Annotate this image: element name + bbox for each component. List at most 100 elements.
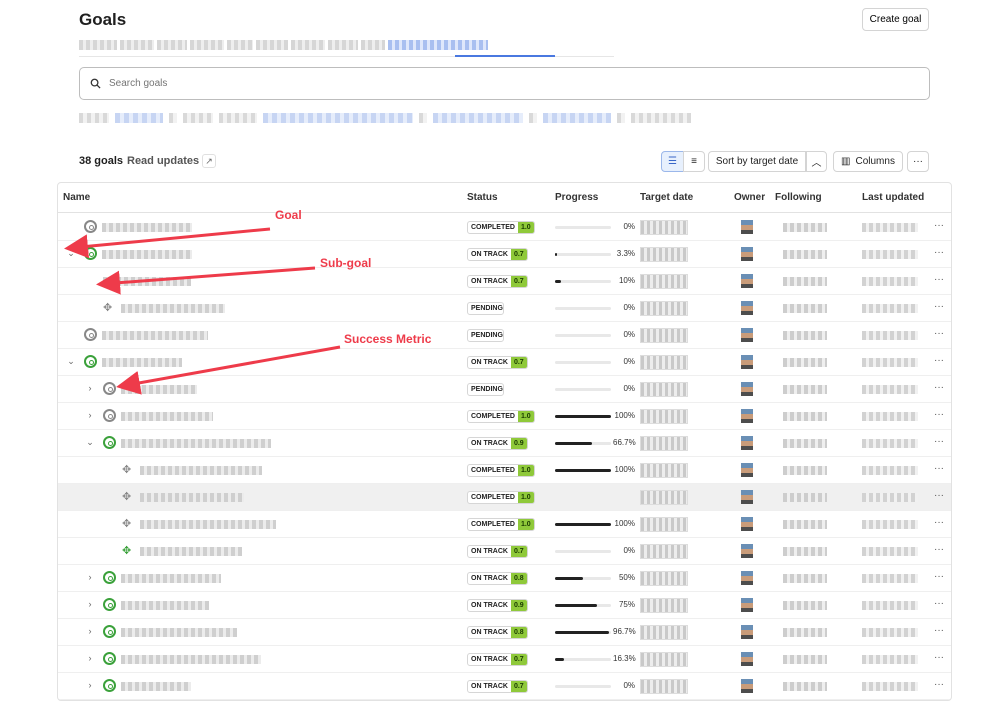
- more-options-button[interactable]: ···: [907, 151, 929, 172]
- row-more-icon[interactable]: ···: [934, 274, 944, 285]
- external-link-icon[interactable]: ↗: [202, 154, 216, 168]
- table-row[interactable]: › ON TRACK 0.9 75% ···: [58, 592, 951, 619]
- goal-name[interactable]: [140, 547, 242, 556]
- following[interactable]: [783, 277, 827, 286]
- row-more-icon[interactable]: ···: [934, 301, 944, 312]
- table-row[interactable]: ON TRACK 0.7 10% ···: [58, 268, 951, 295]
- goal-name[interactable]: [140, 493, 244, 502]
- table-row[interactable]: ⌄ ON TRACK 0.7 3.3% ···: [58, 241, 951, 268]
- target-date[interactable]: [640, 328, 688, 343]
- following[interactable]: [783, 304, 827, 313]
- row-more-icon[interactable]: ···: [934, 679, 944, 690]
- table-row[interactable]: › ON TRACK 0.8 96.7% ···: [58, 619, 951, 646]
- goal-name[interactable]: [121, 304, 225, 313]
- col-last-updated[interactable]: Last updated: [862, 192, 924, 203]
- table-row[interactable]: PENDING 0% ···: [58, 322, 951, 349]
- columns-button[interactable]: ▥ Columns: [833, 151, 903, 172]
- target-date[interactable]: [640, 247, 688, 262]
- chevron-down-icon[interactable]: ⌄: [85, 437, 95, 448]
- avatar[interactable]: [741, 571, 753, 585]
- avatar[interactable]: [741, 490, 753, 504]
- chevron-down-icon[interactable]: ⌄: [66, 248, 76, 259]
- table-row[interactable]: › PENDING 0% ···: [58, 376, 951, 403]
- row-more-icon[interactable]: ···: [934, 544, 944, 555]
- target-date[interactable]: [640, 436, 688, 451]
- target-date[interactable]: [640, 274, 688, 289]
- chevron-down-icon[interactable]: ⌄: [66, 356, 76, 367]
- following[interactable]: [783, 412, 827, 421]
- avatar[interactable]: [741, 355, 753, 369]
- following[interactable]: [783, 601, 827, 610]
- row-more-icon[interactable]: ···: [934, 571, 944, 582]
- target-date[interactable]: [640, 355, 688, 370]
- target-date[interactable]: [640, 220, 688, 235]
- table-row[interactable]: ✥ PENDING 0% ···: [58, 295, 951, 322]
- chevron-right-icon[interactable]: ›: [85, 572, 95, 582]
- goal-name[interactable]: [103, 277, 191, 286]
- table-row[interactable]: › ON TRACK 0.8 50% ···: [58, 565, 951, 592]
- filter-bar[interactable]: [79, 112, 739, 124]
- avatar[interactable]: [741, 463, 753, 477]
- row-more-icon[interactable]: ···: [934, 436, 944, 447]
- table-row[interactable]: COMPLETED 1.0 0% ···: [58, 214, 951, 241]
- avatar[interactable]: [741, 544, 753, 558]
- row-more-icon[interactable]: ···: [934, 382, 944, 393]
- row-more-icon[interactable]: ···: [934, 517, 944, 528]
- table-row[interactable]: › COMPLETED 1.0 100% ···: [58, 403, 951, 430]
- following[interactable]: [783, 547, 827, 556]
- target-date[interactable]: [640, 571, 688, 586]
- target-date[interactable]: [640, 598, 688, 613]
- chevron-right-icon[interactable]: ›: [85, 410, 95, 420]
- row-more-icon[interactable]: ···: [934, 247, 944, 258]
- row-more-icon[interactable]: ···: [934, 409, 944, 420]
- avatar[interactable]: [741, 247, 753, 261]
- col-name[interactable]: Name: [63, 192, 90, 203]
- target-date[interactable]: [640, 409, 688, 424]
- tree-view-button[interactable]: ≡: [683, 151, 705, 172]
- col-target-date[interactable]: Target date: [640, 192, 693, 203]
- search-box[interactable]: [79, 67, 930, 100]
- goal-name[interactable]: [121, 682, 191, 691]
- following[interactable]: [783, 331, 827, 340]
- avatar[interactable]: [741, 274, 753, 288]
- row-more-icon[interactable]: ···: [934, 598, 944, 609]
- col-status[interactable]: Status: [467, 192, 498, 203]
- goal-name[interactable]: [102, 331, 208, 340]
- row-more-icon[interactable]: ···: [934, 490, 944, 501]
- following[interactable]: [783, 250, 827, 259]
- following[interactable]: [783, 520, 827, 529]
- goal-name[interactable]: [121, 628, 237, 637]
- avatar[interactable]: [741, 517, 753, 531]
- table-row[interactable]: ⌄ ON TRACK 0.7 0% ···: [58, 349, 951, 376]
- col-following[interactable]: Following: [775, 192, 822, 203]
- tab-bar[interactable]: [79, 40, 599, 52]
- row-more-icon[interactable]: ···: [934, 652, 944, 663]
- following[interactable]: [783, 223, 827, 232]
- avatar[interactable]: [741, 679, 753, 693]
- avatar[interactable]: [741, 328, 753, 342]
- avatar[interactable]: [741, 436, 753, 450]
- create-goal-button[interactable]: Create goal: [862, 8, 929, 31]
- target-date[interactable]: [640, 652, 688, 667]
- following[interactable]: [783, 628, 827, 637]
- target-date[interactable]: [640, 463, 688, 478]
- table-row[interactable]: ⌄ ON TRACK 0.9 66.7% ···: [58, 430, 951, 457]
- table-row[interactable]: › ON TRACK 0.7 0% ···: [58, 673, 951, 700]
- read-updates-link[interactable]: Read updates: [127, 155, 199, 167]
- chevron-right-icon[interactable]: ›: [85, 626, 95, 636]
- row-more-icon[interactable]: ···: [934, 625, 944, 636]
- search-input[interactable]: [109, 78, 809, 89]
- sort-button[interactable]: Sort by target date: [708, 151, 806, 172]
- target-date[interactable]: [640, 382, 688, 397]
- avatar[interactable]: [741, 301, 753, 315]
- goal-name[interactable]: [140, 466, 262, 475]
- avatar[interactable]: [741, 625, 753, 639]
- following[interactable]: [783, 655, 827, 664]
- row-more-icon[interactable]: ···: [934, 355, 944, 366]
- table-row[interactable]: ✥ COMPLETED 1.0 ···: [58, 484, 951, 511]
- avatar[interactable]: [741, 382, 753, 396]
- list-view-button[interactable]: ☰: [661, 151, 684, 172]
- target-date[interactable]: [640, 517, 688, 532]
- col-owner[interactable]: Owner: [734, 192, 765, 203]
- table-row[interactable]: ✥ COMPLETED 1.0 100% ···: [58, 511, 951, 538]
